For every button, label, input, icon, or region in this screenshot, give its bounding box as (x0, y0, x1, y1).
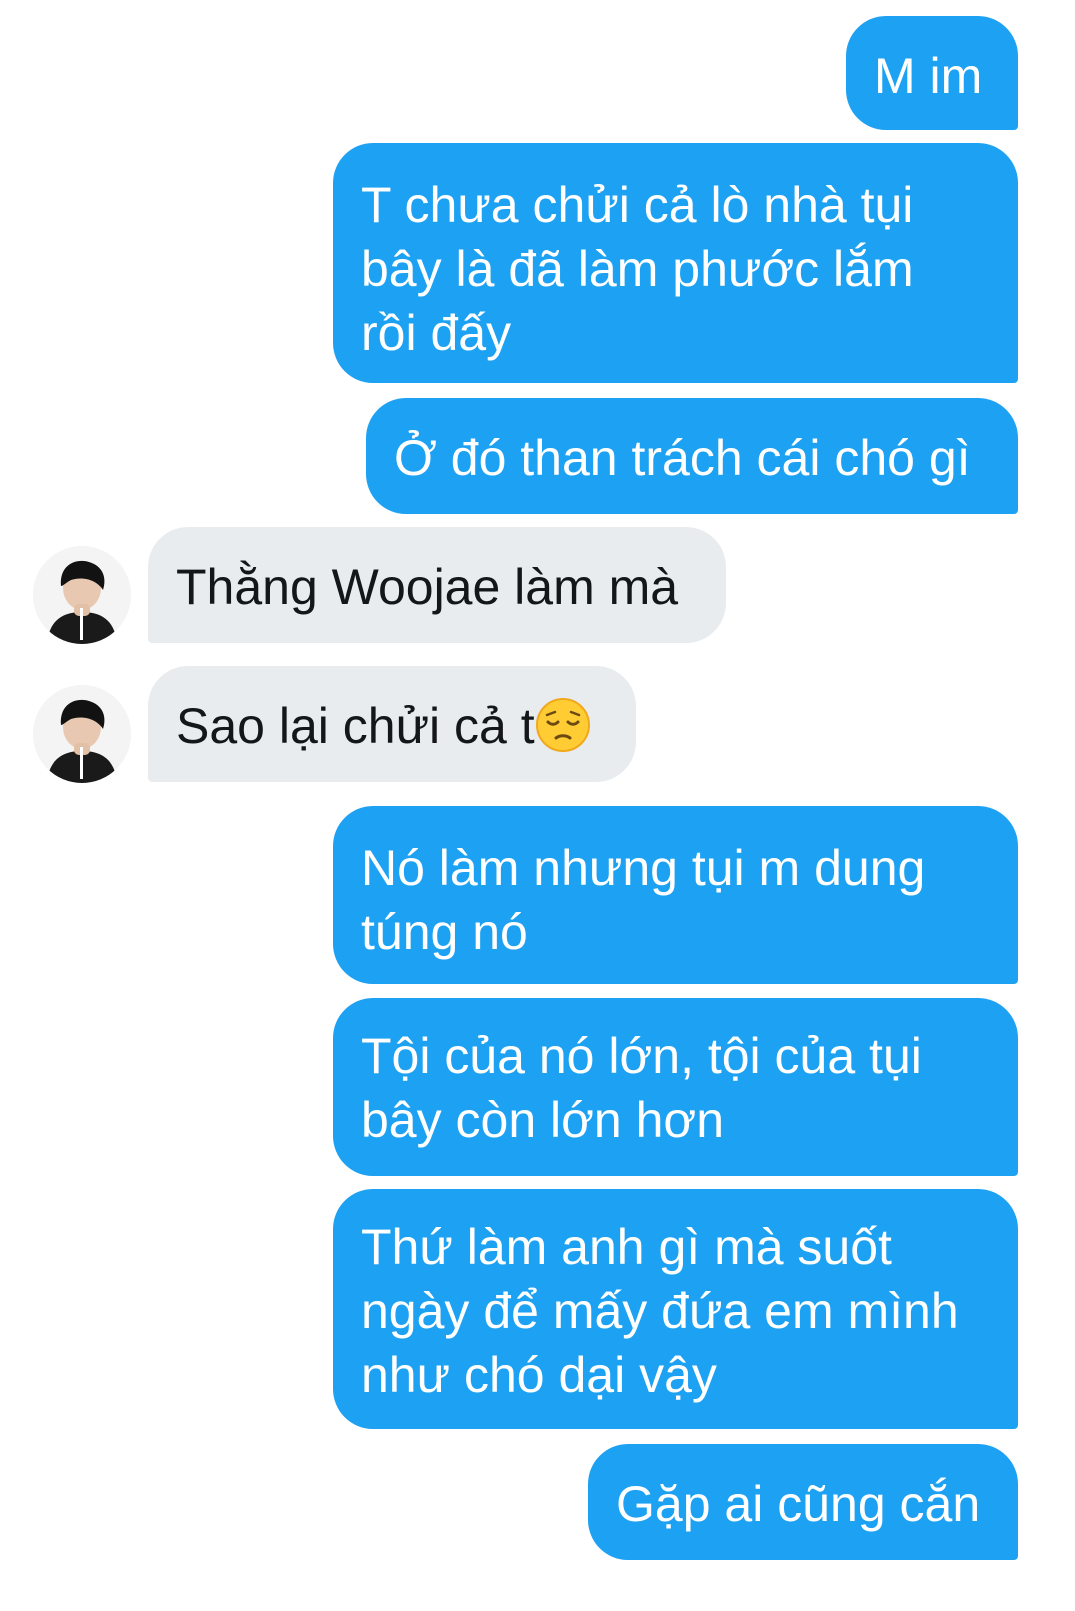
received-message-bubble[interactable]: Sao lại chửi cả t (148, 666, 636, 782)
received-message-bubble[interactable]: Thằng Woojae làm mà (148, 527, 726, 643)
sent-message-bubble[interactable]: M im (846, 16, 1018, 130)
user-avatar[interactable] (33, 546, 131, 644)
sent-message-bubble[interactable]: Nó làm nhưng tụi m dung túng nó (333, 806, 1018, 984)
sent-message-bubble[interactable]: Ở đó than trách cái chó gì (366, 398, 1018, 514)
avatar-photo-icon (33, 546, 131, 644)
sent-message-bubble[interactable]: Gặp ai cũng cắn (588, 1444, 1018, 1560)
chat-thread: M im T chưa chửi cả lò nhà tụi bây là đã… (0, 0, 1075, 1611)
pensive-face-icon (535, 698, 590, 752)
user-avatar[interactable] (33, 685, 131, 783)
sent-message-bubble[interactable]: Thứ làm anh gì mà suốt ngày để mấy đứa e… (333, 1189, 1018, 1429)
sent-message-bubble[interactable]: T chưa chửi cả lò nhà tụi bây là đã làm … (333, 143, 1018, 383)
sent-message-bubble[interactable]: Tội của nó lớn, tội của tụi bây còn lớn … (333, 998, 1018, 1176)
avatar-photo-icon (33, 685, 131, 783)
message-text: Sao lại chửi cả t (176, 698, 535, 754)
